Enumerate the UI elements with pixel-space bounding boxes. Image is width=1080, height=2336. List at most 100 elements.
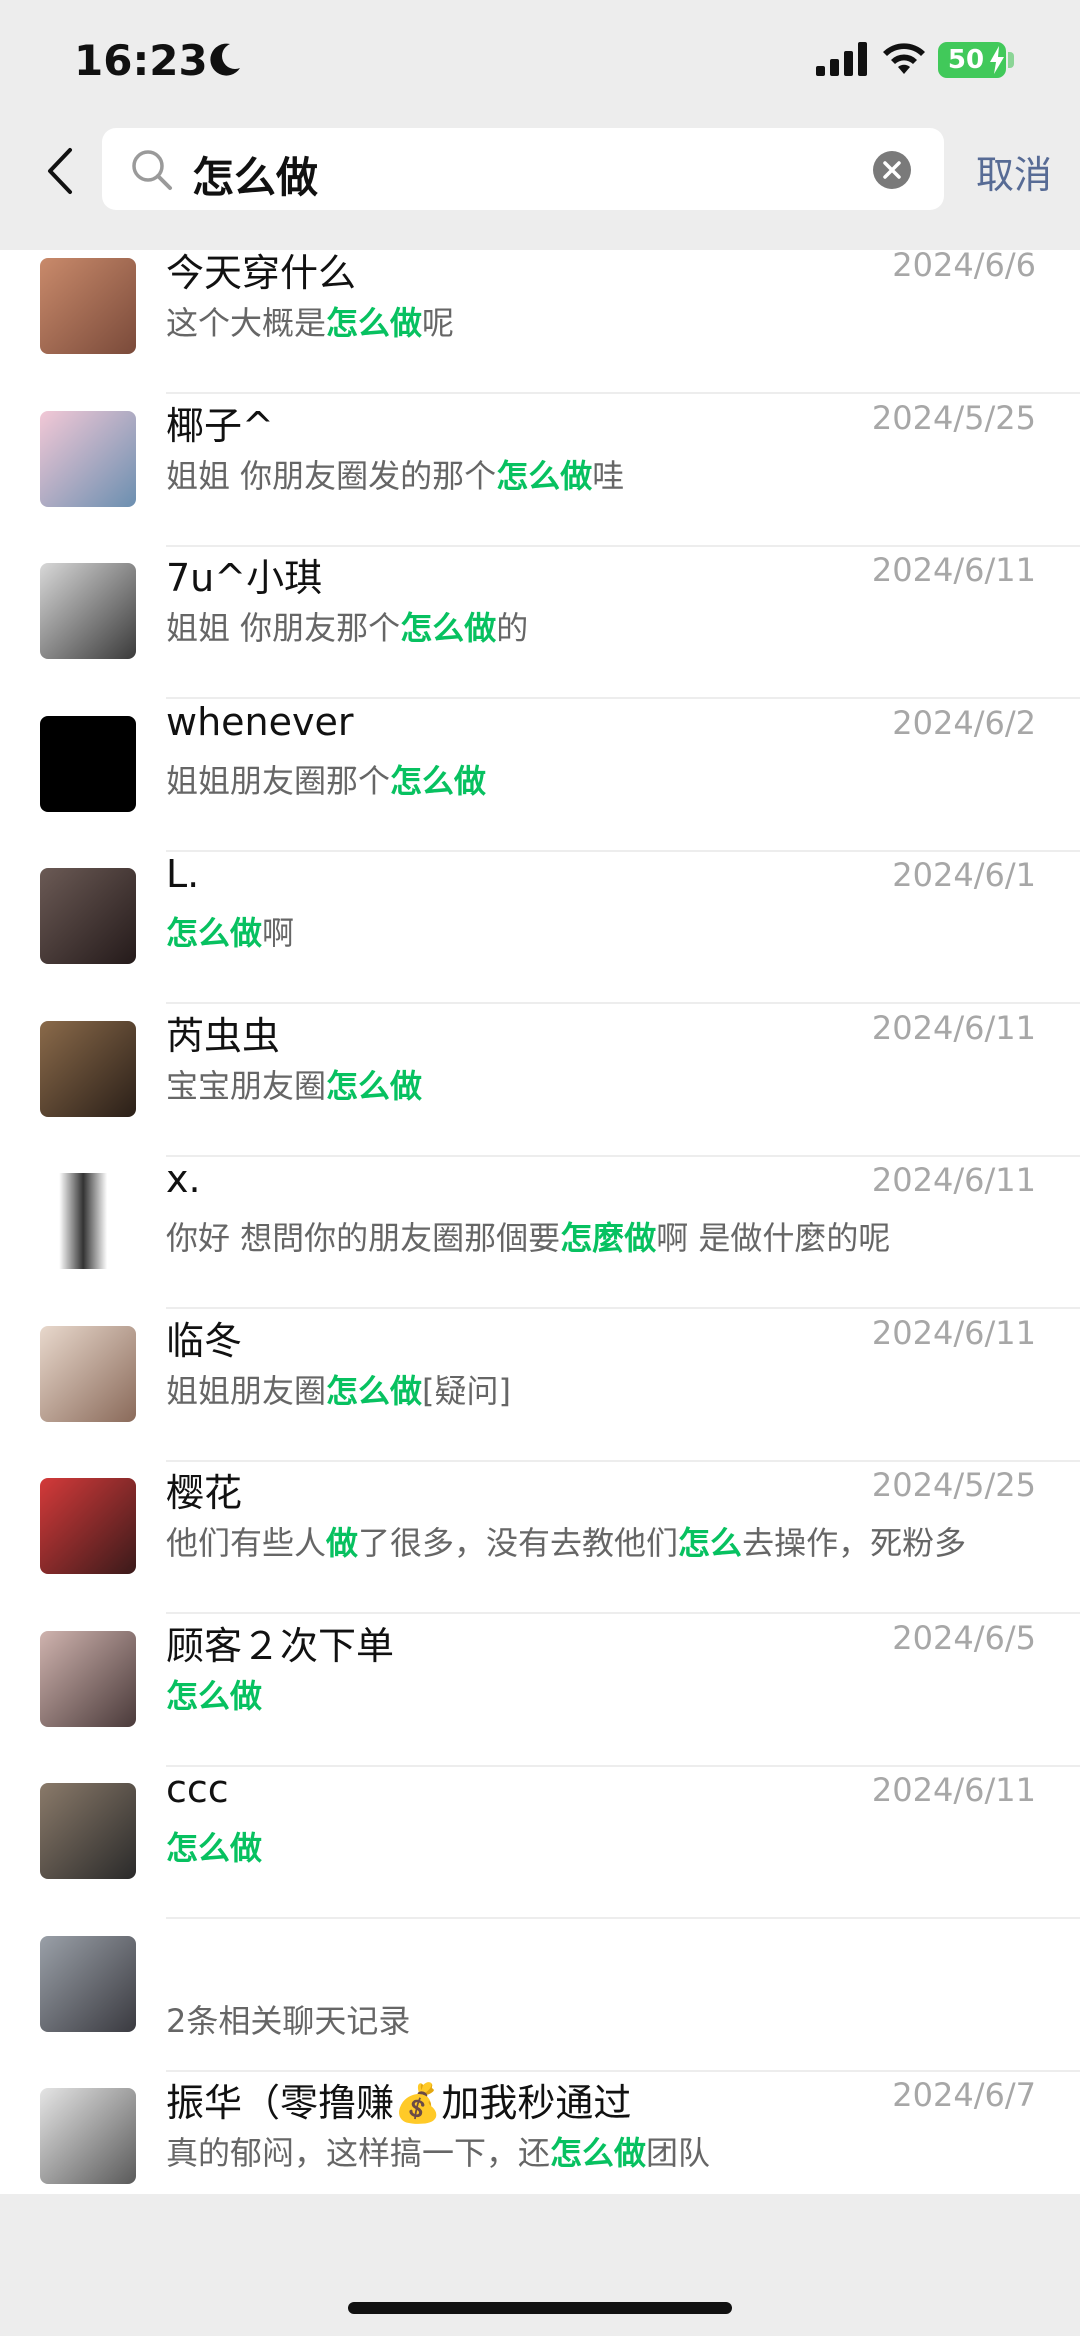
snippet-text: 他们有些人 — [166, 1524, 327, 1562]
chat-result-row[interactable]: whenever 2024/6/2 姐姐朋友圈那个怎么做 — [0, 699, 1080, 852]
battery-indicator: 50 — [938, 42, 1006, 78]
search-input[interactable]: 怎么做 — [192, 144, 318, 205]
avatar — [40, 1783, 136, 1879]
keyword-highlight: 怎么做 — [400, 609, 497, 647]
avatar — [40, 1020, 136, 1117]
snippet-text: 哇 — [592, 456, 625, 495]
chat-result-row[interactable]: L. 2024/6/1 怎么做啊 — [0, 852, 1080, 1004]
cancel-button[interactable]: 取消 — [976, 144, 1052, 199]
home-indicator — [348, 2302, 732, 2314]
keyword-highlight: 怎麼做 — [560, 1219, 657, 1257]
message-snippet: 这个大概是怎么做呢 — [166, 298, 454, 344]
snippet-text: 宝宝朋友圈 — [166, 1066, 327, 1105]
message-snippet: 你好 想問你的朋友圈那個要怎麼做啊 是做什麼的呢 — [166, 1213, 890, 1259]
message-snippet: 姐姐 你朋友那个怎么做的 — [166, 603, 528, 649]
keyword-highlight: 怎么做 — [166, 914, 263, 952]
chat-result-row[interactable]: 今天穿什么 2024/6/6 这个大概是怎么做呢 — [0, 250, 1080, 394]
wifi-icon — [883, 43, 925, 74]
contact-name: 樱花 — [166, 1471, 243, 1515]
chat-result-row[interactable]: 樱花 2024/5/25 他们有些人做了很多，没有去教他们怎么去操作，死粉多 — [0, 1462, 1080, 1614]
keyword-highlight: 怎么做 — [166, 1676, 263, 1715]
message-snippet: 宝宝朋友圈怎么做 — [166, 1061, 422, 1107]
message-date: 2024/6/6 — [892, 250, 1036, 284]
battery-cap — [1008, 52, 1014, 68]
snippet-text: 你好 想問你的朋友圈那個要 — [166, 1219, 561, 1257]
contact-name: ccc — [166, 1767, 229, 1811]
chat-result-row[interactable]: 椰子^ 2024/5/25 姐姐 你朋友圈发的那个怎么做哇 — [0, 394, 1080, 547]
avatar — [40, 1630, 136, 1727]
search-results-list: 今天穿什么 2024/6/6 这个大概是怎么做呢 椰子^ 2024/5/25 姐姐 你朋友… — [0, 250, 1080, 2194]
contact-name: 振华（零撸赚💰加我秒通过 — [166, 2081, 632, 2125]
snippet-text: [疑问] — [422, 1371, 512, 1410]
avatar — [40, 1325, 136, 1422]
avatar — [40, 868, 136, 964]
message-date: 2024/6/7 — [892, 2076, 1036, 2114]
keyword-highlight: 怎么做 — [326, 1371, 423, 1410]
avatar — [40, 1478, 136, 1574]
chat-result-row[interactable]: ccc 2024/6/11 怎么做 — [0, 1767, 1080, 1919]
keyword-highlight: 怎么做 — [166, 1829, 263, 1867]
cellular-signal-icon — [816, 42, 867, 76]
contact-name: 椰子^ — [166, 403, 274, 448]
chat-result-row[interactable]: x. 2024/6/11 你好 想問你的朋友圈那個要怎麼做啊 是做什麼的呢 — [0, 1157, 1080, 1309]
chat-result-row[interactable]: 顾客２次下单 2024/6/5 怎么做 — [0, 1614, 1080, 1767]
message-snippet: 他们有些人做了很多，没有去教他们怎么去操作，死粉多 — [166, 1518, 966, 1564]
snippet-text: 的 — [496, 609, 529, 647]
contact-name: x. — [166, 1157, 201, 1201]
snippet-text: 姐姐 你朋友那个 — [166, 609, 401, 647]
chat-result-row[interactable]: 7u^小琪 2024/6/11 姐姐 你朋友那个怎么做的 — [0, 547, 1080, 699]
search-bar[interactable]: 怎么做 — [102, 128, 944, 210]
message-date: 2024/6/11 — [871, 1313, 1036, 1352]
avatar — [40, 1173, 136, 1269]
contact-name: L. — [166, 852, 200, 896]
message-snippet: 怎么做啊 — [166, 908, 294, 954]
chat-result-row[interactable]: 振华（零撸赚💰加我秒通过 2024/6/7 真的郁闷，这样搞一下，还怎么做团队 — [0, 2072, 1080, 2194]
snippet-text: 啊 是做什麼的呢 — [656, 1219, 891, 1257]
search-header: 怎么做 取消 — [0, 120, 1080, 250]
message-snippet: 姐姐朋友圈怎么做[疑问] — [166, 1366, 511, 1412]
message-date: 2024/6/11 — [871, 551, 1036, 589]
contact-name: 7u^小琪 — [166, 556, 323, 600]
snippet-text: 去操作，死粉多 — [742, 1524, 967, 1562]
contact-name: 顾客２次下单 — [166, 1623, 395, 1668]
message-date: 2024/5/25 — [871, 398, 1036, 437]
moon-icon — [210, 43, 240, 76]
snippet-text: 真的郁闷，这样搞一下，还 — [166, 2134, 551, 2172]
keyword-highlight: 怎么做 — [326, 1066, 423, 1105]
avatar — [40, 1935, 136, 2032]
message-snippet: 真的郁闷，这样搞一下，还怎么做团队 — [166, 2128, 710, 2174]
snippet-text: 了很多，没有去教他们 — [358, 1524, 679, 1562]
chat-result-row[interactable]: 2条相关聊天记录 — [0, 1919, 1080, 2072]
back-arrow-icon[interactable] — [40, 144, 80, 198]
snippet-text: 这个大概是 — [166, 304, 327, 342]
keyword-highlight: 怎么 — [678, 1524, 743, 1562]
snippet-text: 啊 — [262, 914, 295, 952]
contact-name: 今天穿什么 — [166, 251, 357, 295]
charging-bolt-icon — [990, 46, 1004, 74]
snippet-text: 2条相关聊天记录 — [166, 2001, 411, 2040]
message-snippet: 怎么做 — [166, 1823, 262, 1869]
contact-name: whenever — [166, 699, 354, 744]
avatar — [40, 563, 136, 659]
status-bar: 16:23 50 — [0, 0, 1080, 120]
message-date: 2024/6/11 — [871, 1771, 1036, 1809]
keyword-highlight: 怎么做 — [390, 761, 487, 800]
chat-result-row[interactable]: 芮虫虫 2024/6/11 宝宝朋友圈怎么做 — [0, 1004, 1080, 1157]
search-icon — [132, 150, 172, 190]
avatar — [40, 410, 136, 507]
message-snippet: 2条相关聊天记录 — [166, 1996, 410, 2042]
keyword-highlight: 怎么做 — [496, 456, 593, 495]
avatar — [40, 2088, 136, 2184]
message-date: 2024/6/11 — [871, 1008, 1036, 1047]
keyword-highlight: 怎么做 — [326, 304, 423, 342]
message-snippet: 姐姐朋友圈那个怎么做 — [166, 756, 486, 802]
snippet-text: 呢 — [422, 304, 455, 342]
message-date: 2024/6/1 — [892, 856, 1036, 894]
message-snippet: 怎么做 — [166, 1671, 262, 1717]
chat-result-row[interactable]: 临冬 2024/6/11 姐姐朋友圈怎么做[疑问] — [0, 1309, 1080, 1462]
snippet-text: 姐姐朋友圈那个 — [166, 761, 391, 800]
app-screen: 16:23 50 怎么做 取消 今天穿什么 2024/6/6 这个大概是怎么做呢… — [0, 0, 1080, 2336]
clear-search-icon[interactable] — [872, 150, 912, 190]
message-date: 2024/6/2 — [892, 703, 1036, 742]
snippet-text: 团队 — [646, 2134, 711, 2172]
